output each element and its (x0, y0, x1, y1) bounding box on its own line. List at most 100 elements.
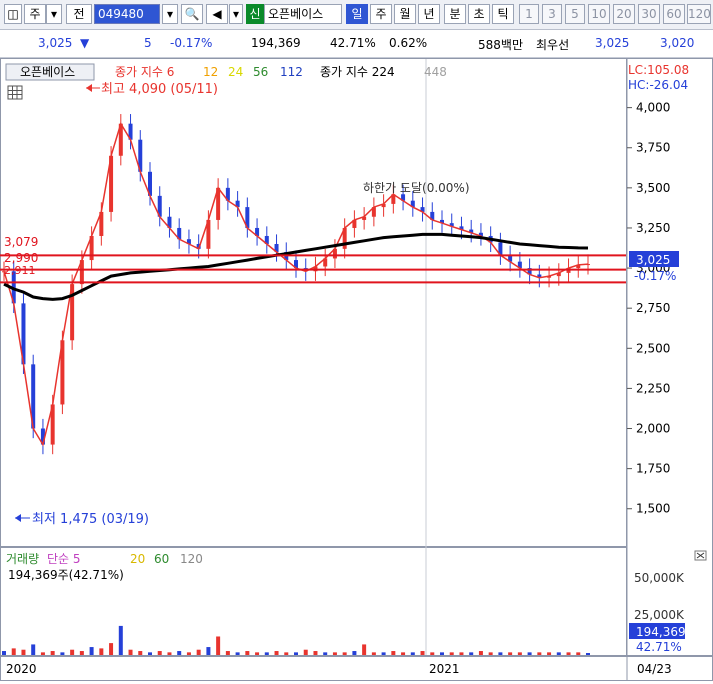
search-icon[interactable]: 🔍 (181, 4, 203, 24)
volume-bar (576, 652, 581, 655)
volume-bar (537, 652, 542, 655)
volume-title: 거래량 (6, 552, 39, 566)
volume-bar (31, 644, 36, 655)
volume-ma-20: 20 (130, 552, 145, 566)
volume-bar (79, 651, 84, 655)
interval-120[interactable]: 120 (687, 4, 711, 24)
interval-5[interactable]: 5 (565, 4, 585, 24)
legend-stock-name: 오픈베이스 (20, 65, 75, 79)
volume-ma-60: 60 (154, 552, 169, 566)
chart-area[interactable]: 오픈베이스 종가 지수 6 12 24 56 112 종가 지수 224 448… (0, 58, 713, 681)
volume-bar (478, 651, 483, 655)
price-tick: 4,000 (636, 101, 670, 115)
period-tab-day[interactable]: 일 (346, 4, 368, 24)
price-tick: 2,500 (636, 341, 670, 355)
price-tick: 3,500 (636, 181, 670, 195)
volume-bar (401, 652, 406, 655)
price-tick: 1,750 (636, 462, 670, 476)
trade-amount: 588백만 (478, 38, 523, 52)
volume-bar (157, 651, 162, 655)
volume-current-axis: 194,369 (636, 625, 686, 639)
volume-bar (323, 652, 328, 655)
volume-bar (128, 649, 133, 655)
interval-10[interactable]: 10 (588, 4, 610, 24)
time-label-2021: 2021 (429, 662, 460, 676)
chevron-down-icon[interactable]: ▾ (46, 4, 62, 24)
new-listing-badge: 신 (246, 4, 264, 24)
legend-ma-448: 448 (424, 65, 447, 79)
period-tab-tick[interactable]: 틱 (492, 4, 514, 24)
volume-bar (196, 649, 201, 655)
price-tick: 2,000 (636, 422, 670, 436)
volume-bar (89, 647, 94, 655)
high-label: 최고 4,090 (05/11) (101, 82, 218, 97)
volume-bar (274, 651, 279, 655)
best-ask-label: 최우선 (536, 38, 570, 52)
hc-value: HC:-26.04 (628, 78, 688, 92)
volume-bar (547, 652, 552, 655)
volume-bar (118, 625, 123, 655)
volume-current-pct: 42.71% (636, 640, 682, 654)
lc-value: LC:105.08 (628, 63, 689, 77)
legend-ma-label: 종가 지수 6 (115, 65, 174, 79)
volume-bar (245, 651, 250, 655)
high-marker: 최고 4,090 (05/11) (86, 82, 218, 97)
volume-bar (255, 652, 260, 655)
volume-bar (313, 651, 318, 655)
volume-bar (206, 647, 211, 655)
volume-bar (2, 651, 6, 655)
volume-bar (303, 649, 308, 655)
interval-60[interactable]: 60 (663, 4, 685, 24)
volume-bar (138, 651, 143, 655)
price-change: 5 (144, 36, 152, 50)
legend-ma-24: 24 (228, 65, 243, 79)
volume-bar (527, 652, 532, 655)
volume-tick-25000k: 25,000K (634, 608, 685, 622)
volume-bar (508, 652, 513, 655)
volume-bar (294, 652, 298, 655)
volume-bar (381, 652, 386, 655)
volume-current: 194,369주(42.71%) (8, 568, 124, 582)
period-tab-year[interactable]: 년 (418, 4, 440, 24)
volume-bar (60, 652, 65, 655)
current-price: 3,025 (38, 36, 73, 50)
stock-code-input[interactable]: 049480 (94, 4, 160, 24)
period-tab-minute[interactable]: 분 (444, 4, 466, 24)
period-tab-month[interactable]: 월 (394, 4, 416, 24)
grid-icon[interactable] (7, 85, 23, 100)
interval-20[interactable]: 20 (613, 4, 635, 24)
chevron-down-icon[interactable]: ▾ (229, 4, 243, 24)
price-change-pct: -0.17% (170, 36, 213, 50)
direction-indicator: ▼ (80, 36, 90, 50)
line-2911-label: 2,911 (4, 264, 36, 277)
period-tab-week[interactable]: 주 (370, 4, 392, 24)
volume-bar (216, 636, 221, 655)
price-chart-svg[interactable]: 오픈베이스 종가 지수 6 12 24 56 112 종가 지수 224 448… (0, 58, 713, 681)
toolbar: ◫ 주 ▾ 전 049480 ▾ 🔍 ◀ ▾ 신 오픈베이스 일 주 월 년 분… (0, 0, 713, 30)
speaker-icon[interactable]: ◀ (206, 4, 228, 24)
interval-30[interactable]: 30 (638, 4, 660, 24)
period-tab-second[interactable]: 초 (468, 4, 490, 24)
volume-bar (498, 652, 503, 655)
stock-name: 오픈베이스 (264, 4, 342, 24)
chart-menu-icon[interactable]: ◫ (4, 4, 22, 24)
chevron-down-icon[interactable]: ▾ (162, 4, 178, 24)
interval-3[interactable]: 3 (542, 4, 562, 24)
volume-bar (50, 651, 55, 655)
time-axis-panel (0, 656, 713, 681)
prev-button[interactable]: 전 (66, 4, 92, 24)
volume-ma-120: 120 (180, 552, 203, 566)
interval-1[interactable]: 1 (519, 4, 539, 24)
time-label-2020: 2020 (6, 662, 37, 676)
low-marker: 최저 1,475 (03/19) (15, 512, 149, 527)
volume-bar (167, 652, 172, 655)
volume-bar (11, 648, 16, 655)
price-tick: 2,750 (636, 301, 670, 315)
market-type-select[interactable]: 주 (24, 4, 46, 24)
last-date: 04/23 (637, 662, 672, 676)
legend-ma-56: 56 (253, 65, 268, 79)
volume-bar (332, 652, 337, 655)
volume-bar (21, 649, 26, 655)
volume-bar (225, 651, 230, 655)
volume-bar (186, 652, 191, 655)
